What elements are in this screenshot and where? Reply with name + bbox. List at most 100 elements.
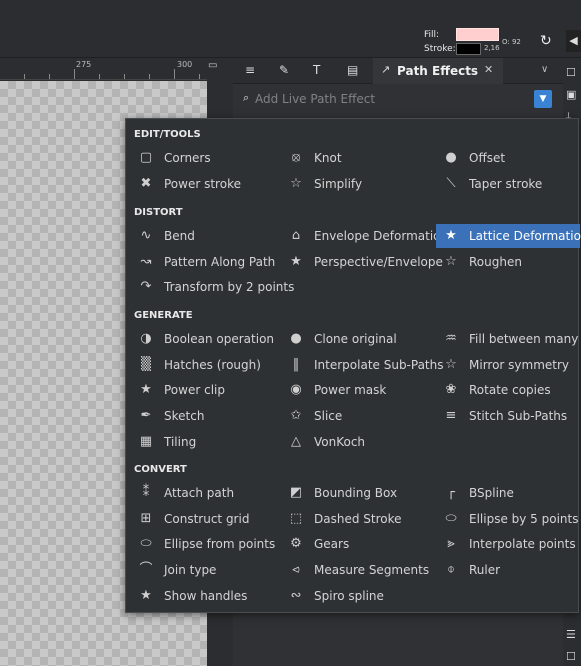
menu-item[interactable]: ✩ Slice <box>281 404 431 428</box>
menu-item[interactable]: ⚙ Gears <box>281 532 431 556</box>
ruler-mark <box>149 74 150 79</box>
open-icon[interactable]: ▣ <box>566 88 576 101</box>
menu-item[interactable]: ★ Power clip <box>131 378 277 402</box>
interpolate-subpaths-icon: ‖ <box>292 356 300 372</box>
bounding-box-icon: ◩ <box>289 485 303 500</box>
menu-item-label: BSpline <box>469 486 514 500</box>
menu-item[interactable]: ⬭ Ellipse from points <box>131 532 277 556</box>
menu-item[interactable]: ≡ Stitch Sub-Paths <box>436 404 580 428</box>
menu-item[interactable]: ⬭ Ellipse by 5 points <box>436 507 580 531</box>
slice-icon: ✩ <box>290 408 302 424</box>
menu-item[interactable]: ◉ Power mask <box>281 378 431 402</box>
menu-item-label: Ellipse by 5 points <box>469 511 579 526</box>
menu-item[interactable]: ▢ Corners <box>131 146 277 170</box>
menu-item[interactable]: ✒ Sketch <box>131 404 277 428</box>
taper-stroke-icon: ⟍ <box>446 175 456 191</box>
menu-item[interactable]: ☆ Roughen <box>436 250 580 274</box>
menu-item-label: Power mask <box>314 383 387 398</box>
menu-item[interactable]: ⪦ Measure Segments <box>281 558 431 582</box>
menu-item[interactable]: ⪢ Interpolate points <box>436 532 580 556</box>
menu-item[interactable]: ♒ Fill between many <box>436 327 580 351</box>
vonkoch-icon: △ <box>291 433 301 449</box>
tab-path-effects[interactable]: ↗ Path Effects ✕ <box>373 58 503 84</box>
chevron-down-icon[interactable]: ∨ <box>541 64 548 75</box>
section-header: DISTORT <box>134 207 183 218</box>
menu-item[interactable]: ‖ Interpolate Sub-Paths <box>281 353 444 377</box>
fill-stroke-icon[interactable]: ✎ <box>279 63 289 77</box>
menu-item[interactable]: ∿ Bend <box>131 224 277 248</box>
clone-icon: ● <box>290 331 302 346</box>
menu-item[interactable]: ★ Show handles <box>131 584 277 608</box>
menu-item[interactable]: ⁑ Attach path <box>131 481 277 505</box>
menu-item-label: Ruler <box>469 563 501 578</box>
stroke-width-value[interactable]: 2,16 <box>484 44 500 52</box>
menu-item[interactable]: ❀ Rotate copies <box>436 378 580 402</box>
power-mask-icon: ◉ <box>290 382 302 398</box>
menu-item[interactable]: ▦ Tiling <box>131 430 277 454</box>
close-icon[interactable]: ✕ <box>484 63 493 76</box>
menu-item-label: Hatches (rough) <box>164 357 261 372</box>
menu-item[interactable]: ↷ Transform by 2 points <box>131 275 295 299</box>
menu-item[interactable]: ⌂ Envelope Deformation <box>281 224 448 248</box>
menu-item-label: Transform by 2 points <box>164 280 295 295</box>
menu-item[interactable]: ● Offset <box>436 146 580 170</box>
align-icon[interactable]: ≡ <box>245 63 255 77</box>
menu-item-label: Bend <box>164 229 195 243</box>
display-icon[interactable]: ▭ <box>208 60 224 76</box>
ruler-mark <box>199 74 200 79</box>
menu-item[interactable]: ✖ Power stroke <box>131 172 277 196</box>
new-doc-icon[interactable]: ☐ <box>566 66 576 79</box>
search-input[interactable] <box>255 89 517 109</box>
menu-item[interactable]: ∾ Spiro spline <box>281 584 431 608</box>
menu-item[interactable]: ★ Lattice Deformation <box>436 224 581 248</box>
menu-item[interactable]: ↝ Pattern Along Path <box>131 250 277 274</box>
envelope-icon: ⌂ <box>291 228 301 243</box>
xml-icon[interactable]: ▤ <box>347 63 358 77</box>
rotate-icon[interactable]: ↻ <box>540 33 552 49</box>
menu-item[interactable]: ⟍ Taper stroke <box>436 172 580 196</box>
hatches-icon: ▒ <box>141 356 151 372</box>
menu-item[interactable]: ⊞ Construct grid <box>131 507 277 531</box>
simplify-icon: ☆ <box>290 175 302 191</box>
menu-item[interactable]: ◑ Boolean operation <box>131 327 277 351</box>
list-icon[interactable]: ☰ <box>566 628 576 641</box>
ellipse-5-icon: ⬭ <box>445 510 457 526</box>
menu-item-label: Ellipse from points <box>164 537 276 552</box>
menu-item[interactable]: ⌽ Ruler <box>436 558 580 582</box>
menu-item-label: Knot <box>314 151 342 165</box>
text-icon[interactable]: T <box>313 63 320 77</box>
menu-item[interactable]: ☆ Mirror symmetry <box>436 353 580 377</box>
menu-item[interactable]: ┌ BSpline <box>436 481 580 505</box>
fill-between-icon: ♒ <box>445 331 457 346</box>
menu-item-label: Gears <box>314 537 350 552</box>
menu-item-label: Taper stroke <box>469 176 543 191</box>
fill-swatch[interactable] <box>456 28 499 41</box>
ruler-icon: ⌽ <box>447 562 455 578</box>
menu-item-label: Power clip <box>164 383 225 398</box>
stroke-swatch[interactable] <box>456 43 481 55</box>
menu-item[interactable]: ⬚ Dashed Stroke <box>281 507 431 531</box>
menu-item-label: Show handles <box>164 588 248 603</box>
menu-item-label: Pattern Along Path <box>164 254 276 269</box>
menu-item-label: Interpolate Sub-Paths <box>314 357 444 372</box>
menu-item-label: Fill between many <box>469 332 579 346</box>
ruler-tick-label: 275 <box>76 60 92 69</box>
menu-item[interactable]: △ VonKoch <box>281 430 431 454</box>
chevron-left-icon[interactable]: ◀ <box>566 30 581 52</box>
menu-item-label: Rotate copies <box>469 383 551 398</box>
ruler-mark <box>49 74 50 79</box>
opacity-value[interactable]: O: 92 <box>502 38 521 46</box>
menu-item[interactable]: ★ Perspective/Envelope <box>281 250 443 274</box>
section-header: CONVERT <box>134 464 187 475</box>
menu-item-label: Power stroke <box>164 176 241 191</box>
menu-item[interactable]: ⦻ Knot <box>281 146 431 170</box>
menu-item[interactable]: ⌒ Join type <box>131 558 277 582</box>
menu-item[interactable]: ◩ Bounding Box <box>281 481 431 505</box>
dropdown-button[interactable]: ▼ <box>534 90 552 108</box>
menu-item[interactable]: ● Clone original <box>281 327 431 351</box>
export-icon[interactable]: ☐ <box>566 650 576 663</box>
menu-item[interactable]: ▒ Hatches (rough) <box>131 353 277 377</box>
horizontal-ruler: 275 300 <box>0 58 207 80</box>
menu-item[interactable]: ☆ Simplify <box>281 172 431 196</box>
corners-icon: ▢ <box>139 150 153 165</box>
